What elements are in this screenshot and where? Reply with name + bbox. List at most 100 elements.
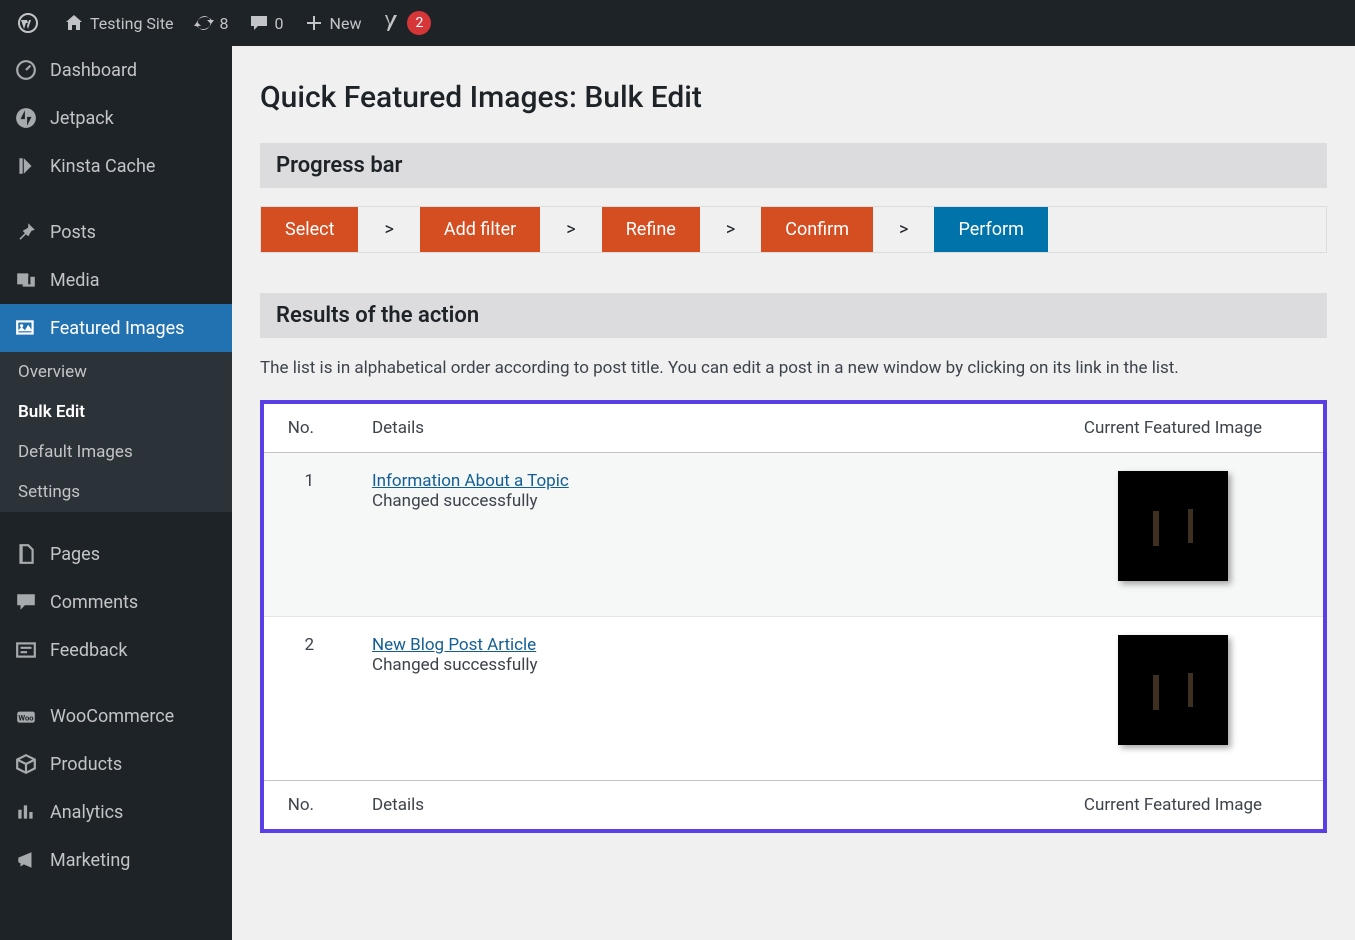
- sidebar-item-label: Media: [50, 270, 100, 291]
- sidebar-subitem-overview[interactable]: Overview: [0, 352, 232, 392]
- sidebar-subitem-settings[interactable]: Settings: [0, 472, 232, 512]
- step-separator: >: [358, 219, 419, 240]
- pin-icon: [14, 220, 38, 244]
- sidebar-item-featured[interactable]: Featured Images: [0, 304, 232, 352]
- sidebar-item-label: Featured Images: [50, 318, 184, 339]
- new-label: New: [330, 14, 362, 33]
- sidebar-item-label: Analytics: [50, 802, 123, 823]
- site-link[interactable]: Testing Site: [54, 0, 184, 46]
- results-heading: Results of the action: [260, 293, 1327, 338]
- col-details-foot: Details: [354, 780, 1023, 829]
- step-perform[interactable]: Perform: [934, 207, 1047, 252]
- page-title: Quick Featured Images: Bulk Edit: [260, 80, 1327, 115]
- sidebar-item-jetpack[interactable]: Jetpack: [0, 94, 232, 142]
- feedback-icon: [14, 638, 38, 662]
- step-add-filter[interactable]: Add filter: [420, 207, 540, 252]
- table-row: 1Information About a TopicChanged succes…: [264, 452, 1323, 616]
- sidebar-item-media[interactable]: Media: [0, 256, 232, 304]
- wp-logo[interactable]: [8, 0, 54, 46]
- sidebar-item-comments[interactable]: Comments: [0, 578, 232, 626]
- sidebar-item-label: WooCommerce: [50, 706, 174, 727]
- sidebar-item-label: Posts: [50, 222, 96, 243]
- post-link[interactable]: New Blog Post Article: [372, 635, 536, 655]
- col-no-foot: No.: [264, 780, 354, 829]
- results-description: The list is in alphabetical order accord…: [260, 356, 1327, 382]
- comments-link[interactable]: 0: [239, 0, 294, 46]
- bullhorn-icon: [14, 848, 38, 872]
- admin-toolbar: Testing Site 8 0 New 2: [0, 0, 1355, 46]
- admin-sidebar: Dashboard Jetpack Kinsta Cache Posts Media Fe…: [0, 46, 232, 940]
- col-no: No.: [264, 404, 354, 453]
- sidebar-subitem-bulkedit[interactable]: Bulk Edit: [0, 392, 232, 432]
- sidebar-item-kinsta[interactable]: Kinsta Cache: [0, 142, 232, 190]
- sidebar-item-products[interactable]: Products: [0, 740, 232, 788]
- new-content-link[interactable]: New: [294, 0, 372, 46]
- step-refine[interactable]: Refine: [602, 207, 700, 252]
- yoast-badge: 2: [407, 11, 431, 35]
- yoast-link[interactable]: 2: [371, 0, 441, 46]
- sidebar-item-woo[interactable]: Woo WooCommerce: [0, 692, 232, 740]
- results-table: No. Details Current Featured Image 1Info…: [264, 404, 1323, 829]
- cell-details: Information About a TopicChanged success…: [354, 452, 1023, 616]
- sidebar-item-posts[interactable]: Posts: [0, 208, 232, 256]
- update-icon: [194, 13, 214, 33]
- yoast-icon: [381, 13, 401, 33]
- row-status: Changed successfully: [372, 655, 538, 675]
- sidebar-submenu: OverviewBulk EditDefault ImagesSettings: [0, 352, 232, 512]
- cell-image: [1023, 452, 1323, 616]
- cell-image: [1023, 616, 1323, 780]
- home-icon: [64, 13, 84, 33]
- images-icon: [14, 316, 38, 340]
- dashboard-icon: [14, 58, 38, 82]
- step-separator: >: [540, 219, 601, 240]
- sidebar-item-pages[interactable]: Pages: [0, 530, 232, 578]
- box-icon: [14, 752, 38, 776]
- post-link[interactable]: Information About a Topic: [372, 471, 569, 491]
- col-image: Current Featured Image: [1023, 404, 1323, 453]
- sidebar-subitem-defaults[interactable]: Default Images: [0, 432, 232, 472]
- chart-icon: [14, 800, 38, 824]
- comment-icon: [14, 590, 38, 614]
- table-row: 2New Blog Post ArticleChanged successful…: [264, 616, 1323, 780]
- comment-icon: [249, 13, 269, 33]
- sidebar-item-label: Kinsta Cache: [50, 156, 155, 177]
- updates-count: 8: [220, 14, 229, 33]
- sidebar-item-analytics[interactable]: Analytics: [0, 788, 232, 836]
- sidebar-item-feedback[interactable]: Feedback: [0, 626, 232, 674]
- plus-icon: [304, 13, 324, 33]
- sidebar-item-label: Jetpack: [50, 108, 114, 129]
- wordpress-icon: [18, 13, 38, 33]
- col-details: Details: [354, 404, 1023, 453]
- comments-count: 0: [275, 14, 284, 33]
- cell-no: 1: [264, 452, 354, 616]
- row-status: Changed successfully: [372, 491, 538, 511]
- cell-no: 2: [264, 616, 354, 780]
- step-separator: >: [873, 219, 934, 240]
- featured-image-thumbnail: [1118, 635, 1228, 745]
- sidebar-item-label: Comments: [50, 592, 138, 613]
- jetpack-icon: [14, 106, 38, 130]
- pages-icon: [14, 542, 38, 566]
- sidebar-item-label: Marketing: [50, 850, 130, 871]
- media-icon: [14, 268, 38, 292]
- sidebar-item-label: Feedback: [50, 640, 127, 661]
- woo-icon: Woo: [14, 704, 38, 728]
- kinsta-icon: [14, 154, 38, 178]
- step-select[interactable]: Select: [261, 207, 358, 252]
- sidebar-item-marketing[interactable]: Marketing: [0, 836, 232, 884]
- updates-link[interactable]: 8: [184, 0, 239, 46]
- sidebar-item-label: Pages: [50, 544, 100, 565]
- progress-bar-heading: Progress bar: [260, 143, 1327, 188]
- sidebar-item-dashboard[interactable]: Dashboard: [0, 46, 232, 94]
- step-confirm[interactable]: Confirm: [761, 207, 873, 252]
- sidebar-item-label: Dashboard: [50, 60, 137, 81]
- step-separator: >: [700, 219, 761, 240]
- featured-image-thumbnail: [1118, 471, 1228, 581]
- sidebar-item-label: Products: [50, 754, 122, 775]
- results-highlight-box: No. Details Current Featured Image 1Info…: [260, 400, 1327, 833]
- progress-steps: Select>Add filter>Refine>Confirm>Perform: [260, 206, 1327, 253]
- col-image-foot: Current Featured Image: [1023, 780, 1323, 829]
- cell-details: New Blog Post ArticleChanged successfull…: [354, 616, 1023, 780]
- svg-text:Woo: Woo: [18, 713, 34, 722]
- site-name: Testing Site: [90, 14, 174, 33]
